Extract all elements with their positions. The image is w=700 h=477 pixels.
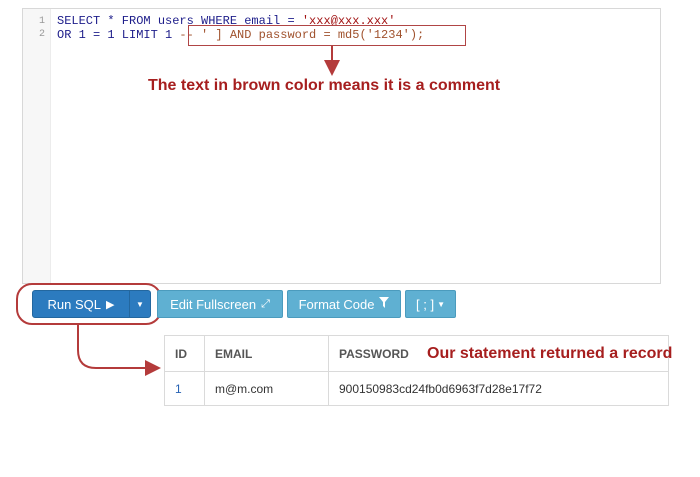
filter-icon — [379, 297, 390, 311]
run-sql-label: Run SQL — [47, 296, 101, 312]
expand-icon: ⤢ — [261, 297, 270, 310]
code-text: OR 1 = 1 LIMIT 1 — [57, 28, 180, 42]
cell-email: m@m.com — [204, 371, 329, 406]
line-number: 2 — [38, 29, 45, 40]
cell-password: 900150983cd24fb0d6963f7d28e17f72 — [328, 371, 669, 406]
column-header-id[interactable]: ID — [164, 335, 205, 372]
cell-id: 1 — [164, 371, 205, 406]
semicolon-dropdown-button[interactable]: [ ; ] ▼ — [405, 290, 456, 318]
caret-down-icon: ▼ — [136, 299, 144, 309]
comment-annotation: The text in brown color means it is a co… — [148, 77, 501, 94]
table-row: 1 m@m.com 900150983cd24fb0d6963f7d28e17f… — [164, 371, 669, 406]
play-icon: ▶ — [106, 298, 115, 311]
result-annotation: Our statement returned a record — [427, 345, 673, 362]
edit-fullscreen-label: Edit Fullscreen — [170, 296, 257, 312]
run-sql-button[interactable]: Run SQL ▶ — [32, 290, 130, 318]
format-code-label: Format Code — [298, 296, 375, 312]
run-to-result-arrow — [77, 325, 161, 376]
edit-fullscreen-button[interactable]: Edit Fullscreen ⤢ — [157, 290, 283, 318]
semicolon-label: [ ; ] — [416, 296, 435, 312]
run-options-dropdown[interactable]: ▼ — [129, 290, 151, 318]
line-number: 1 — [38, 16, 45, 27]
comment-highlight-box — [188, 25, 466, 46]
caret-down-icon: ▼ — [437, 299, 445, 309]
sql-editor[interactable]: 1 2 SELECT * FROM users WHERE email = 'x… — [22, 8, 661, 284]
format-code-button[interactable]: Format Code — [287, 290, 401, 318]
line-number-gutter: 1 2 — [23, 9, 51, 283]
column-header-email[interactable]: EMAIL — [204, 335, 329, 372]
